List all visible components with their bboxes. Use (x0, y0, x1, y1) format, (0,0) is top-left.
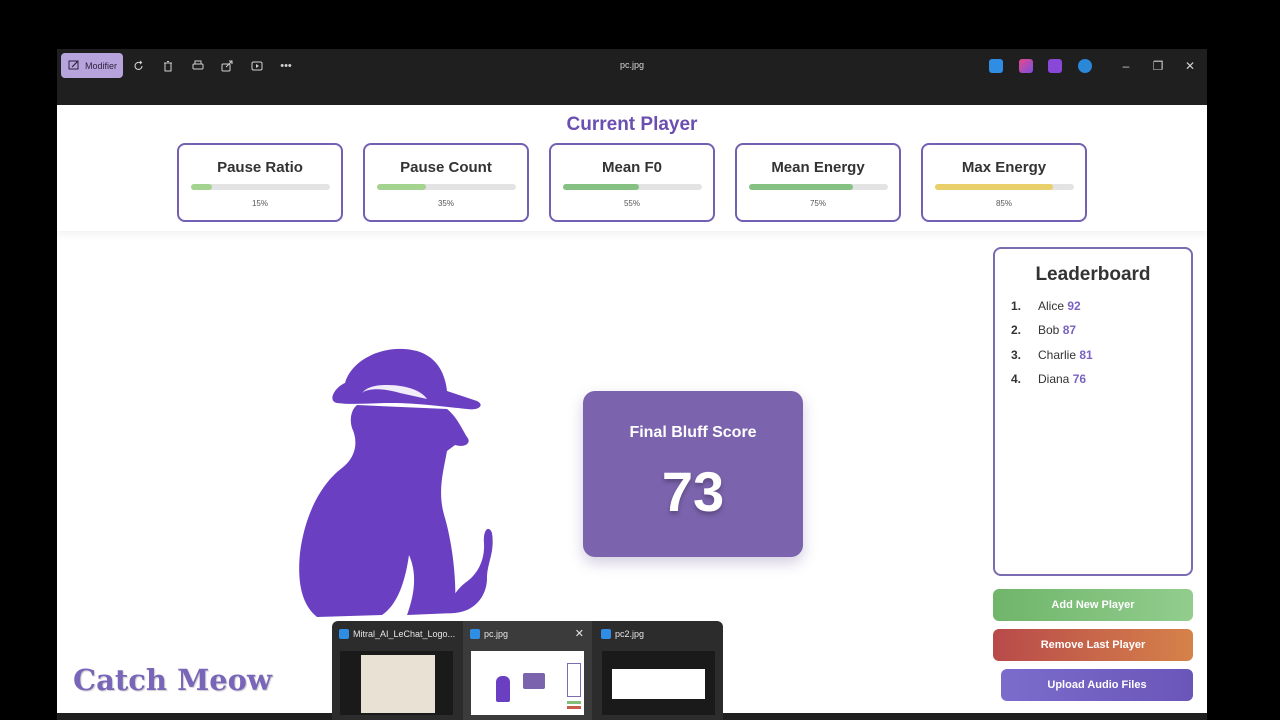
file-title: pc.jpg (619, 60, 645, 70)
metric-progress-bar (935, 184, 1074, 190)
metric-value: 85% (995, 199, 1012, 208)
leaderboard-name: Charlie (1038, 348, 1077, 362)
leaderboard-name: Diana (1038, 372, 1070, 386)
taskbar-preview-label: Mitral_AI_LeChat_Logo... (353, 629, 456, 639)
share-icon[interactable] (219, 58, 235, 74)
leaderboard-score: 81 (1079, 348, 1093, 362)
final-score-value: 73 (661, 460, 725, 523)
final-score-card: Final Bluff Score 73 (583, 391, 803, 557)
close-icon[interactable]: ✕ (1181, 57, 1199, 75)
metric-progress-bar (191, 184, 330, 190)
metric-card: Pause Ratio 15% (177, 143, 343, 222)
taskbar-preview-item[interactable]: pc2.jpg (594, 621, 723, 720)
leaderboard-rank: 4. (1011, 372, 1022, 386)
current-player-panel: Current Player Pause Ratio 15% Pause Count… (57, 105, 1207, 231)
metric-progress-fill (935, 184, 1054, 190)
leaderboard-score: 92 (1067, 299, 1081, 313)
final-score-label: Final Bluff Score (629, 424, 757, 441)
metric-progress-fill (563, 184, 640, 190)
brand-title: Catch Meow (73, 663, 272, 697)
photos-icon (470, 629, 480, 639)
current-player-title: Current Player (566, 114, 698, 135)
leaderboard-name: Bob (1038, 323, 1060, 337)
metric-name: Pause Count (400, 159, 492, 176)
metric-value: 15% (251, 199, 268, 208)
detective-cat-logo (299, 348, 493, 617)
leaderboard-row: 3. Charlie 81 (1011, 346, 1181, 364)
photos-icon[interactable] (989, 59, 1003, 73)
metric-card: Max Energy 85% (921, 143, 1087, 222)
leaderboard-score: 76 (1072, 372, 1087, 386)
metric-name: Max Energy (961, 159, 1047, 176)
leaderboard-row: 1. Alice 92 (1011, 297, 1181, 315)
metric-progress-bar (377, 184, 516, 190)
taskbar-preview-item-active[interactable]: pc.jpg ✕ (463, 621, 592, 720)
leaderboard-rank: 3. (1011, 348, 1022, 362)
metric-card: Pause Count 35% (363, 143, 529, 222)
leaderboard-rank: 2. (1011, 323, 1022, 337)
metric-value: 35% (437, 199, 454, 208)
leaderboard-score: 87 (1062, 323, 1077, 337)
taskbar-preview-label: pc.jpg (484, 629, 509, 639)
photos-viewer-window: Modifier ••• pc.jpg – ❐ ✕ Current Player… (57, 49, 1207, 720)
metric-card: Mean Energy 75% (735, 143, 901, 222)
metric-value: 55% (623, 199, 640, 208)
photos-icon (339, 629, 349, 639)
metric-name: Mean F0 (601, 159, 662, 176)
preview-thumbnail (471, 651, 584, 715)
upload-audio-button[interactable]: Upload Audio Files (1001, 669, 1193, 701)
print-icon[interactable] (190, 58, 206, 74)
metric-progress-fill (749, 184, 854, 190)
leaderboard-row: 2. Bob 87 (1011, 321, 1181, 339)
leaderboard-title: Leaderboard (1035, 264, 1151, 285)
remove-player-button[interactable]: Remove Last Player (993, 629, 1193, 661)
minimize-icon[interactable]: – (1117, 57, 1135, 75)
leaderboard-name: Alice (1038, 299, 1065, 313)
edit-button[interactable]: Modifier (61, 53, 123, 78)
leaderboard-row: 4. Diana 76 (1011, 370, 1181, 388)
taskbar-preview: Mitral_AI_LeChat_Logo... pc.jpg ✕ pc2.jp… (332, 621, 723, 720)
edit-icon (68, 59, 80, 73)
clipchamp-icon[interactable] (1048, 59, 1062, 73)
metric-card: Mean F0 55% (549, 143, 715, 222)
preview-thumbnail (340, 651, 453, 715)
metric-name: Pause Ratio (217, 159, 303, 176)
metric-progress-fill (191, 184, 212, 190)
delete-icon[interactable] (160, 58, 176, 74)
add-player-button[interactable]: Add New Player (993, 589, 1193, 621)
slideshow-icon[interactable] (249, 58, 265, 74)
onedrive-icon[interactable] (1078, 59, 1092, 73)
metric-progress-fill (377, 184, 426, 190)
edit-button-label: Modifier (85, 60, 118, 71)
preview-thumbnail (602, 651, 715, 715)
metric-value: 75% (809, 199, 826, 208)
leaderboard-panel: Leaderboard 1. Alice 92 2. Bob 87 3. Cha… (993, 247, 1193, 576)
leaderboard-rank: 1. (1011, 299, 1022, 313)
close-icon[interactable]: ✕ (575, 627, 584, 640)
taskbar-preview-item[interactable]: Mitral_AI_LeChat_Logo... (332, 621, 461, 720)
more-icon[interactable]: ••• (278, 58, 294, 74)
taskbar-preview-label: pc2.jpg (615, 629, 645, 639)
title-bar: Modifier ••• pc.jpg – ❐ ✕ (57, 49, 1207, 105)
metric-progress-bar (563, 184, 702, 190)
copilot-icon[interactable] (1019, 59, 1033, 73)
metric-name: Mean Energy (771, 159, 865, 176)
photos-icon (601, 629, 611, 639)
rotate-icon[interactable] (131, 58, 147, 74)
metric-progress-bar (749, 184, 888, 190)
restore-icon[interactable]: ❐ (1149, 57, 1167, 75)
